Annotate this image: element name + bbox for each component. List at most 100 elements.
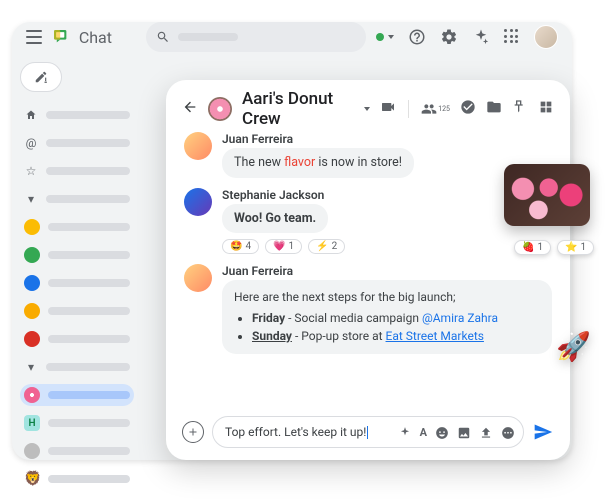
author-avatar[interactable] — [184, 188, 212, 216]
status-active-icon — [376, 33, 384, 41]
app-brand: Chat — [79, 28, 112, 47]
avatar — [24, 303, 40, 319]
sidebar: @ ☆ ▾ ▾ H 🦁 — [12, 52, 142, 500]
reaction-strawberry[interactable]: 🍓 1 — [514, 240, 551, 255]
reactions-bar: 🤩 4 💗 1 ⚡ 2 — [222, 239, 552, 254]
nav-more[interactable]: ▾ — [20, 188, 134, 210]
chevron-down-icon: ▾ — [24, 360, 38, 374]
files-button[interactable] — [486, 99, 502, 119]
search-input[interactable] — [146, 22, 366, 52]
account-avatar[interactable] — [534, 25, 558, 49]
home-icon — [24, 108, 38, 122]
dm-item-5[interactable] — [20, 328, 134, 350]
gemini-sparkle-icon[interactable] — [472, 28, 490, 46]
avatar — [24, 443, 40, 459]
donut-photo-attachment[interactable] — [504, 164, 590, 226]
send-button[interactable] — [532, 421, 554, 443]
panel-tools: 125 — [380, 99, 554, 119]
message-list: Juan Ferreira The new flavor is now in s… — [182, 126, 554, 408]
composer-input: Top effort. Let's keep it up! — [225, 425, 390, 439]
members-count: 125 — [438, 105, 450, 113]
floating-reactions: 🍓 1 ⭐ 1 — [514, 240, 594, 255]
video-call-button[interactable] — [380, 99, 396, 119]
tasks-button[interactable] — [460, 99, 476, 119]
compose-icon — [34, 70, 48, 84]
space-item-h[interactable]: H — [20, 412, 134, 434]
space-item-generic[interactable] — [20, 440, 134, 462]
nav-starred[interactable]: ☆ — [20, 160, 134, 182]
avatar — [24, 219, 40, 235]
search-placeholder-skeleton — [178, 33, 238, 41]
link[interactable]: Eat Street Markets — [386, 329, 484, 343]
highlighted-word: flavor — [284, 155, 315, 170]
dm-item-4[interactable] — [20, 300, 134, 322]
nav-home[interactable] — [20, 104, 134, 126]
bullet-item: Sunday - Pop-up store at Eat Street Mark… — [252, 327, 540, 346]
google-chat-logo-icon — [52, 28, 68, 46]
space-letter-icon: H — [24, 415, 40, 431]
reaction-star[interactable]: ⭐ 1 — [557, 240, 594, 255]
space-avatar-icon — [208, 97, 232, 121]
reaction-bolt[interactable]: ⚡ 2 — [308, 239, 345, 254]
message-author: Juan Ferreira — [222, 264, 552, 278]
image-button[interactable] — [457, 425, 471, 439]
message-composer[interactable]: Top effort. Let's keep it up! A — [212, 416, 524, 448]
author-avatar[interactable] — [184, 264, 212, 292]
avatar — [24, 247, 40, 263]
lion-emoji-icon: 🦁 — [24, 471, 40, 487]
new-chat-button[interactable] — [20, 62, 62, 92]
conversation-panel: Aari's Donut Crew 125 Juan Ferreira The … — [166, 80, 570, 460]
message-author: Juan Ferreira — [222, 132, 552, 146]
reaction-heart[interactable]: 💗 1 — [265, 239, 302, 254]
message: Stephanie Jackson Woo! Go team. 🤩 4 💗 1 … — [184, 188, 552, 255]
avatar — [24, 275, 40, 291]
message-bubble[interactable]: The new flavor is now in store! — [222, 148, 414, 178]
message-author: Stephanie Jackson — [222, 188, 552, 202]
author-avatar[interactable] — [184, 132, 212, 160]
search-icon — [156, 30, 170, 44]
reaction-wow[interactable]: 🤩 4 — [222, 239, 259, 254]
more-options-button[interactable] — [501, 425, 515, 439]
upload-button[interactable] — [479, 425, 493, 439]
at-icon: @ — [24, 136, 38, 150]
back-button[interactable] — [182, 99, 198, 119]
apps-button[interactable] — [538, 99, 554, 119]
help-icon[interactable] — [408, 28, 426, 46]
pin-button[interactable] — [512, 99, 528, 119]
status-selector[interactable] — [376, 33, 394, 41]
format-text-button[interactable]: A — [420, 426, 427, 439]
emoji-button[interactable] — [435, 425, 449, 439]
rocket-emoji-icon: 🚀 — [556, 330, 591, 363]
add-attachment-button[interactable] — [182, 421, 204, 443]
nav-mentions[interactable]: @ — [20, 132, 134, 154]
message-bubble[interactable]: Woo! Go team. — [222, 204, 328, 234]
composer-tools: A — [398, 425, 515, 439]
panel-header: Aari's Donut Crew 125 — [182, 92, 554, 126]
space-title[interactable]: Aari's Donut Crew — [242, 89, 350, 129]
chevron-down-icon: ▾ — [24, 192, 38, 206]
main-menu-icon[interactable] — [26, 30, 42, 44]
message: Juan Ferreira The new flavor is now in s… — [184, 132, 552, 178]
topbar-actions — [376, 25, 558, 49]
settings-icon[interactable] — [440, 28, 458, 46]
star-icon: ☆ — [24, 164, 38, 178]
members-button[interactable]: 125 — [421, 101, 450, 117]
bullet-item: Friday - Social media campaign @Amira Za… — [252, 309, 540, 328]
google-apps-icon[interactable] — [504, 29, 520, 45]
sidebar-spacer: ▾ — [20, 356, 134, 378]
space-item-donut-crew[interactable] — [20, 384, 134, 406]
message: Juan Ferreira Here are the next steps fo… — [184, 264, 552, 354]
user-mention[interactable]: @Amira Zahra — [422, 311, 498, 325]
dm-item-1[interactable] — [20, 216, 134, 238]
avatar — [24, 331, 40, 347]
chevron-down-icon[interactable] — [364, 107, 370, 111]
dm-item-2[interactable] — [20, 244, 134, 266]
dm-item-3[interactable] — [20, 272, 134, 294]
gemini-sparkle-icon[interactable] — [398, 425, 412, 439]
message-bubble[interactable]: Here are the next steps for the big laun… — [222, 280, 552, 354]
top-bar: Chat — [12, 22, 572, 52]
composer-row: Top effort. Let's keep it up! A — [182, 416, 554, 448]
space-item-emoji[interactable]: 🦁 — [20, 468, 134, 490]
space-avatar-icon — [24, 387, 40, 403]
chevron-down-icon — [388, 35, 394, 39]
